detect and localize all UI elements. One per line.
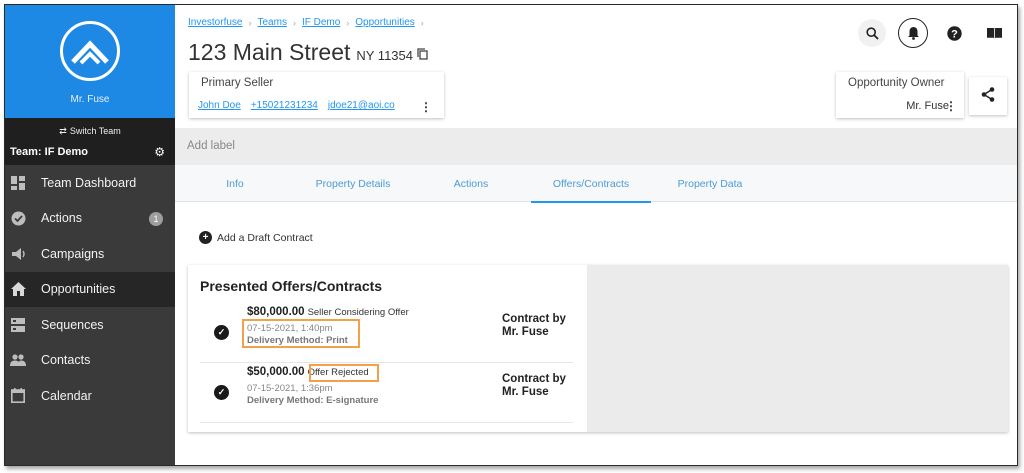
copy-icon[interactable] xyxy=(417,48,428,63)
more-vert-icon[interactable]: ⋮ xyxy=(420,100,432,114)
sequences-icon xyxy=(10,317,26,333)
chevron-right-icon: › xyxy=(346,17,350,28)
property-state-zip: NY 11354 xyxy=(356,48,413,63)
chevron-right-icon: › xyxy=(292,17,296,28)
logo-icon[interactable] xyxy=(60,21,120,81)
more-vert-icon[interactable]: ⋮ xyxy=(945,99,957,113)
page-header: Investorfuse › Teams › IF Demo › Opportu… xyxy=(175,5,1017,128)
brand-header: Mr. Fuse xyxy=(5,5,175,118)
sidebar-item-team-dashboard[interactable]: Team Dashboard xyxy=(5,165,175,201)
offer-detail-pane xyxy=(587,265,1008,432)
seller-phone-link[interactable]: +15021231234 xyxy=(251,100,318,111)
bell-icon[interactable] xyxy=(898,18,928,48)
seller-email-link[interactable]: jdoe21@aoi.co xyxy=(328,100,395,111)
share-icon xyxy=(981,86,995,106)
primary-seller-card: Primary Seller John Doe +15021231234 jdo… xyxy=(189,72,444,118)
label-bar[interactable]: Add label xyxy=(175,128,1017,165)
tab-property-data[interactable]: Property Data xyxy=(651,165,769,202)
gear-icon[interactable]: ⚙ xyxy=(154,145,165,159)
opportunity-owner-label: Opportunity Owner xyxy=(848,77,945,89)
offer-amount-line: $80,000.00 Seller Considering Offer xyxy=(247,306,409,318)
presented-offers-panel: Presented Offers/Contracts ✓ $80,000.00 S… xyxy=(188,265,1008,432)
team-name: Team: IF Demo xyxy=(10,146,89,158)
check-circle-icon xyxy=(10,210,26,226)
offer-status: Seller Considering Offer xyxy=(307,307,409,318)
breadcrumb-teams[interactable]: Teams xyxy=(257,17,286,28)
tab-actions[interactable]: Actions xyxy=(411,165,531,202)
offer-delivery-method: Delivery Method: E-signature xyxy=(247,395,379,406)
breadcrumb-investorfuse[interactable]: Investorfuse xyxy=(188,17,242,28)
app-window: Mr. Fuse ⇄ Switch Team Team: IF Demo ⚙ Te… xyxy=(4,4,1018,466)
switch-icon: ⇄ xyxy=(59,126,67,136)
offer-amount: $80,000.00 xyxy=(247,306,305,318)
offer-contract-by: Contract by Mr. Fuse xyxy=(502,373,566,398)
primary-seller-label: Primary Seller xyxy=(201,77,274,89)
sidebar-item-label: Contacts xyxy=(41,353,91,368)
tab-bar: Info Property Details Actions Offers/Con… xyxy=(175,165,1017,203)
breadcrumb-if-demo[interactable]: IF Demo xyxy=(302,17,340,28)
sidebar: Mr. Fuse ⇄ Switch Team Team: IF Demo ⚙ Te… xyxy=(5,5,175,465)
chevron-right-icon: › xyxy=(248,17,252,28)
sidebar-item-label: Team Dashboard xyxy=(41,175,137,190)
sidebar-item-contacts[interactable]: Contacts xyxy=(5,343,175,379)
switch-team-label: Switch Team xyxy=(69,126,121,136)
breadcrumb-opportunities[interactable]: Opportunities xyxy=(355,17,414,28)
seller-contact-links: John Doe +15021231234 jdoe21@aoi.co xyxy=(198,100,395,111)
svg-text:?: ? xyxy=(951,28,958,40)
property-address: 123 Main Street xyxy=(188,39,351,65)
people-icon xyxy=(10,352,26,368)
share-button[interactable] xyxy=(969,77,1007,115)
header-toolbar: ? xyxy=(858,18,1008,48)
add-label-input[interactable]: Add label xyxy=(187,140,235,152)
book-icon[interactable] xyxy=(980,19,1008,47)
dashboard-icon xyxy=(10,175,26,191)
add-circle-icon: + xyxy=(199,231,212,244)
sidebar-item-label: Opportunities xyxy=(41,282,116,297)
check-circle-icon: ✓ xyxy=(214,325,229,340)
sidebar-nav: Team Dashboard Actions 1 Campaigns Oppor… xyxy=(5,165,175,414)
offer-contract-by: Contract by Mr. Fuse xyxy=(502,313,566,338)
offer-row[interactable]: ✓ $50,000.00 Offer Rejected 07-15-2021, 1… xyxy=(200,363,573,423)
chevron-right-icon: › xyxy=(420,17,424,28)
user-name: Mr. Fuse xyxy=(70,94,110,105)
sidebar-item-label: Calendar xyxy=(41,388,92,403)
help-icon[interactable]: ? xyxy=(940,19,968,47)
sidebar-item-calendar[interactable]: Calendar xyxy=(5,378,175,414)
tab-offers-contracts[interactable]: Offers/Contracts xyxy=(531,165,651,203)
check-circle-icon: ✓ xyxy=(214,385,229,400)
opportunity-owner-card: Opportunity Owner Mr. Fuse ⋮ xyxy=(836,72,964,118)
megaphone-icon xyxy=(10,246,26,262)
sidebar-item-label: Sequences xyxy=(41,317,104,332)
main-content: Investorfuse › Teams › IF Demo › Opportu… xyxy=(175,5,1017,465)
owner-name[interactable]: Mr. Fuse xyxy=(906,100,949,112)
search-icon[interactable] xyxy=(858,19,886,47)
add-draft-contract-button[interactable]: + Add a Draft Contract xyxy=(199,231,313,244)
sidebar-item-opportunities[interactable]: Opportunities xyxy=(5,271,175,307)
seller-name-link[interactable]: John Doe xyxy=(198,100,241,111)
offer-date: 07-15-2021, 1:36pm xyxy=(247,383,333,394)
sidebar-item-sequences[interactable]: Sequences xyxy=(5,307,175,343)
calendar-icon xyxy=(10,388,26,404)
offers-title: Presented Offers/Contracts xyxy=(200,278,383,294)
add-draft-contract-label: Add a Draft Contract xyxy=(217,231,313,244)
tab-info[interactable]: Info xyxy=(175,165,295,202)
actions-count-badge: 1 xyxy=(149,211,163,226)
offer-row[interactable]: ✓ $80,000.00 Seller Considering Offer 07-… xyxy=(200,303,573,363)
highlight-box xyxy=(309,364,379,382)
highlight-box xyxy=(242,319,360,348)
sidebar-item-actions[interactable]: Actions 1 xyxy=(5,201,175,237)
home-icon xyxy=(10,281,26,297)
breadcrumb: Investorfuse › Teams › IF Demo › Opportu… xyxy=(188,17,430,28)
sidebar-item-campaigns[interactable]: Campaigns xyxy=(5,236,175,272)
switch-team-button[interactable]: ⇄ Switch Team xyxy=(5,126,175,137)
offer-amount: $50,000.00 xyxy=(247,366,305,378)
sidebar-item-label: Actions xyxy=(41,211,82,226)
sidebar-item-label: Campaigns xyxy=(41,246,105,261)
team-block: ⇄ Switch Team Team: IF Demo ⚙ xyxy=(5,118,175,165)
page-title: 123 Main Street NY 11354 xyxy=(188,39,428,66)
tab-property-details[interactable]: Property Details xyxy=(295,165,411,202)
